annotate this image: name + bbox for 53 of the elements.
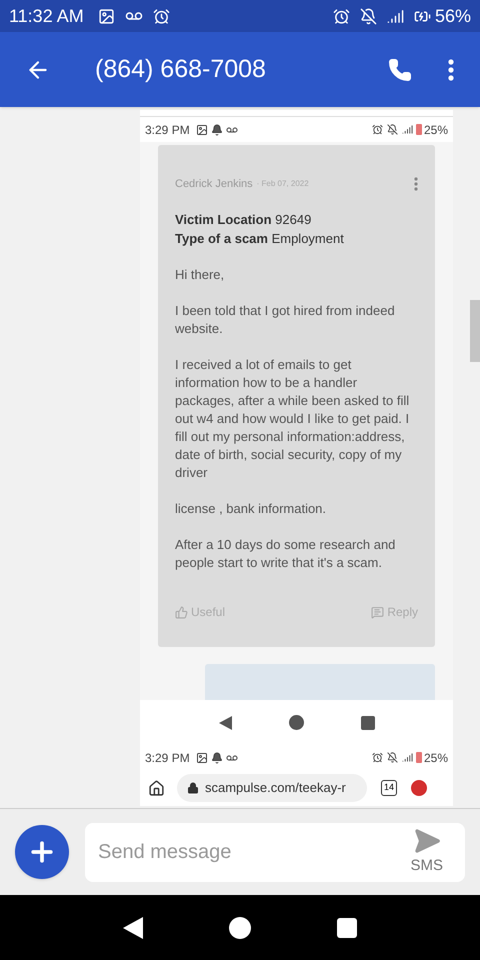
message-input[interactable]: Send message [98, 837, 410, 867]
phone-icon [388, 58, 412, 82]
post-paragraph: After a 10 days do some research and people start to write that it's a scam. [175, 536, 396, 572]
tab-count[interactable]: 14 [381, 780, 397, 796]
recents-icon[interactable] [337, 918, 357, 938]
shared-screenshot[interactable] [140, 110, 453, 806]
alarm-icon [332, 8, 350, 24]
url-bar[interactable]: scampulse.com/teekay-r [177, 774, 367, 802]
more-icon[interactable] [414, 177, 418, 191]
thumbs-up-icon [175, 606, 188, 618]
alarm-icon [372, 752, 383, 763]
battery-level: 56% [434, 4, 471, 28]
status-time: 3:29 PM [145, 750, 190, 766]
post-paragraph: I been told that I got hired from indeed website. [175, 302, 396, 338]
send-button[interactable]: SMS [410, 826, 443, 878]
signal-icon [386, 8, 404, 24]
bell-icon [210, 752, 223, 764]
back-icon[interactable] [218, 716, 232, 730]
battery-icon [416, 124, 422, 135]
back-icon[interactable] [123, 916, 143, 938]
battery-level: 25% [424, 750, 448, 766]
post-field: Victim Location 92649 [175, 210, 418, 229]
post-paragraph: license , bank information. [175, 500, 328, 518]
url-text: scampulse.com/teekay-r [205, 779, 346, 798]
image-icon [196, 752, 208, 764]
lock-icon [187, 782, 199, 794]
bell-off-icon [386, 124, 398, 135]
battery-level: 25% [424, 122, 448, 138]
alarm-icon [372, 124, 383, 135]
post-field: Type of a scam Employment [175, 229, 418, 248]
alarm-icon [152, 8, 170, 24]
more-icon [448, 58, 454, 80]
scroll-bar [470, 300, 480, 362]
message-field[interactable]: Send message SMS [85, 822, 465, 882]
bell-off-icon [360, 8, 377, 24]
author-name: Cedrick Jenkins [175, 177, 253, 192]
comment-icon [371, 606, 384, 618]
contact-title[interactable]: (864) 668-7008 [95, 50, 266, 88]
home-icon[interactable] [148, 780, 165, 796]
status-time: 3:29 PM [145, 122, 190, 138]
battery-icon [416, 752, 422, 763]
post-paragraph: Hi there, [175, 266, 226, 284]
post-paragraph: I received a lot of emails to get information how to be a handler packages, after a while been asked to fill out w4 and how would I like to get paid. I fill out my personal information:address, date of birth, social security, copy of my driver [175, 356, 410, 482]
extension-icon[interactable] [411, 780, 427, 796]
home-icon[interactable] [229, 916, 251, 938]
image-icon [98, 8, 115, 24]
recents-icon[interactable] [360, 716, 374, 730]
bell-off-icon [386, 752, 398, 763]
home-icon[interactable] [288, 715, 304, 730]
status-time: 11:32 AM [9, 4, 84, 28]
bell-icon [210, 124, 223, 136]
add-button[interactable] [15, 825, 69, 879]
image-icon [196, 124, 208, 136]
